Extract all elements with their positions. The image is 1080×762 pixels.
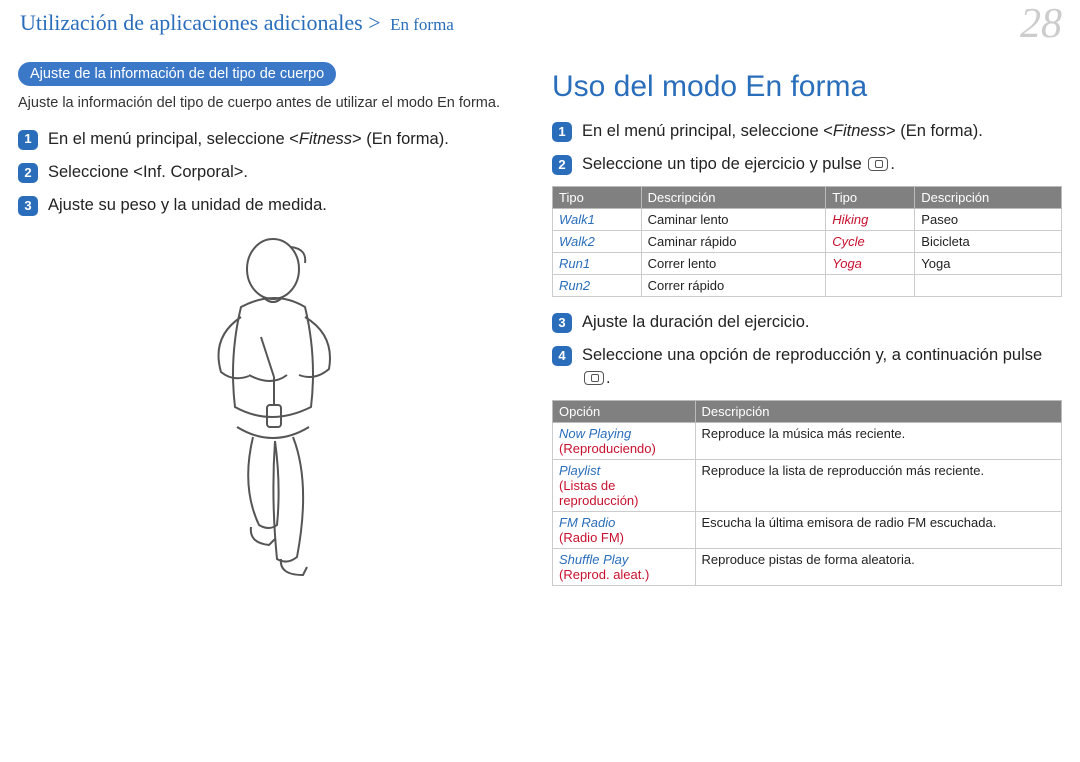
step-text: Seleccione una opción de reproducción y,… bbox=[582, 346, 1042, 364]
table-row: Walk2 Caminar rápido Cycle Bicicleta bbox=[553, 231, 1062, 253]
right-step-1: 1 En el menú principal, seleccione <Fitn… bbox=[552, 120, 1062, 143]
right-column: Uso del modo En forma 1 En el menú princ… bbox=[552, 62, 1062, 600]
step-text: . bbox=[606, 369, 611, 387]
breadcrumb-main: Utilización de aplicaciones adicionales bbox=[20, 10, 363, 35]
table-row: Run2 Correr rápido bbox=[553, 275, 1062, 297]
table-row: Playlist (Listas de reproducción) Reprod… bbox=[553, 460, 1062, 512]
left-step-1: 1 En el menú principal, seleccione <Fitn… bbox=[18, 128, 528, 151]
right-step-2: 2 Seleccione un tipo de ejercicio y puls… bbox=[552, 153, 1062, 176]
intro-text: Ajuste la información del tipo de cuerpo… bbox=[18, 94, 528, 114]
breadcrumb-sub: En forma bbox=[390, 15, 454, 34]
step-text: En el menú principal, seleccione < bbox=[582, 122, 833, 140]
step-number-icon: 1 bbox=[552, 122, 572, 142]
table-header: Tipo bbox=[826, 187, 915, 209]
right-step-4: 4 Seleccione una opción de reproducción … bbox=[552, 344, 1062, 390]
step-text: En el menú principal, seleccione < bbox=[48, 130, 299, 148]
playback-options-table: Opción Descripción Now Playing (Reproduc… bbox=[552, 400, 1062, 586]
runner-illustration bbox=[18, 227, 528, 587]
table-row: Now Playing (Reproduciendo) Reproduce la… bbox=[553, 423, 1062, 460]
exercise-types-table: Tipo Descripción Tipo Descripción Walk1 … bbox=[552, 186, 1062, 297]
page-header: Utilización de aplicaciones adicionales … bbox=[0, 0, 1080, 52]
app-name: Fitness bbox=[833, 122, 886, 140]
page-number: 28 bbox=[1020, 0, 1062, 48]
step-number-icon: 1 bbox=[18, 130, 38, 150]
select-button-icon bbox=[584, 371, 604, 385]
table-header: Tipo bbox=[553, 187, 642, 209]
step-text: > (En forma). bbox=[886, 122, 983, 140]
step-number-icon: 2 bbox=[552, 155, 572, 175]
step-text: . bbox=[890, 155, 895, 173]
step-number-icon: 3 bbox=[552, 313, 572, 333]
left-column: Ajuste de la información de del tipo de … bbox=[18, 62, 528, 600]
step-number-icon: 3 bbox=[18, 196, 38, 216]
step-number-icon: 4 bbox=[552, 346, 572, 366]
table-header: Descripción bbox=[695, 401, 1061, 423]
main-heading: Uso del modo En forma bbox=[552, 70, 1062, 104]
left-step-3: 3 Ajuste su peso y la unidad de medida. bbox=[18, 194, 528, 217]
select-button-icon bbox=[868, 157, 888, 171]
step-text: Ajuste la duración del ejercicio. bbox=[582, 311, 809, 334]
table-row: Shuffle Play (Reprod. aleat.) Reproduce … bbox=[553, 549, 1062, 586]
step-number-icon: 2 bbox=[18, 163, 38, 183]
table-header: Descripción bbox=[915, 187, 1062, 209]
left-step-2: 2 Seleccione <Inf. Corporal>. bbox=[18, 161, 528, 184]
step-text: Seleccione <Inf. Corporal>. bbox=[48, 161, 248, 184]
section-title: Ajuste de la información de del tipo de … bbox=[18, 62, 336, 86]
table-header: Opción bbox=[553, 401, 696, 423]
table-header: Descripción bbox=[641, 187, 826, 209]
app-name: Fitness bbox=[299, 130, 352, 148]
table-row: FM Radio (Radio FM) Escucha la última em… bbox=[553, 512, 1062, 549]
step-text: Ajuste su peso y la unidad de medida. bbox=[48, 194, 327, 217]
breadcrumb-sep: > bbox=[363, 10, 386, 35]
table-row: Walk1 Caminar lento Hiking Paseo bbox=[553, 209, 1062, 231]
table-row: Run1 Correr lento Yoga Yoga bbox=[553, 253, 1062, 275]
right-step-3: 3 Ajuste la duración del ejercicio. bbox=[552, 311, 1062, 334]
step-text: > (En forma). bbox=[352, 130, 449, 148]
step-text: Seleccione un tipo de ejercicio y pulse bbox=[582, 155, 866, 173]
